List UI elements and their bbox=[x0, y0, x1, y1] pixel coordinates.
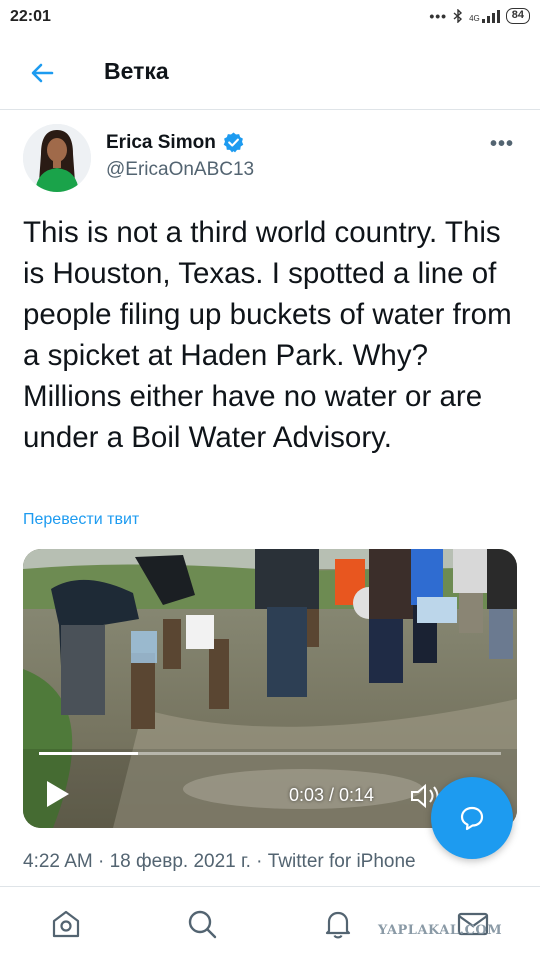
tweet-time: 4:22 AM bbox=[23, 851, 93, 872]
signal-icon bbox=[481, 9, 500, 23]
avatar-image bbox=[23, 124, 91, 192]
bottom-nav: YAPLAKAL.COM bbox=[0, 886, 540, 960]
tweet-meta: 4:22 AM · 18 февр. 2021 г. · Twitter for… bbox=[23, 851, 416, 873]
tweet-author: Erica Simon @EricaOnABC13 ••• bbox=[0, 111, 540, 201]
meta-separator: · bbox=[256, 851, 268, 872]
watermark: YAPLAKAL.COM bbox=[378, 923, 503, 938]
author-handle[interactable]: @EricaOnABC13 bbox=[106, 159, 254, 181]
status-time: 22:01 bbox=[10, 8, 51, 25]
verified-badge-icon bbox=[223, 132, 244, 153]
search-icon bbox=[188, 910, 217, 939]
nav-home[interactable] bbox=[49, 907, 83, 941]
video-player[interactable]: 0:03 / 0:14 bbox=[23, 549, 517, 828]
home-icon bbox=[52, 910, 80, 938]
notification-dots: ••• bbox=[429, 8, 448, 24]
tweet-source[interactable]: Twitter for iPhone bbox=[268, 851, 416, 872]
compose-reply-icon bbox=[460, 806, 484, 831]
video-progress-bar[interactable] bbox=[39, 752, 501, 755]
translate-tweet-link[interactable]: Перевести твит bbox=[23, 511, 139, 529]
author-display-name[interactable]: Erica Simon bbox=[106, 131, 245, 154]
battery-indicator: 84 bbox=[505, 8, 530, 24]
tweet-date: 18 февр. 2021 г. bbox=[109, 851, 251, 872]
meta-separator: · bbox=[98, 851, 110, 872]
status-icons: ••• 4G 84 bbox=[429, 8, 530, 24]
nav-search[interactable] bbox=[185, 907, 219, 941]
arrow-left-icon bbox=[31, 63, 54, 83]
network-label: 4G bbox=[469, 14, 480, 23]
video-time: 0:03 / 0:14 bbox=[289, 785, 375, 805]
bluetooth-icon bbox=[453, 9, 463, 23]
author-name-text: Erica Simon bbox=[106, 131, 216, 153]
tweet-text: This is not a third world country. This … bbox=[23, 216, 512, 454]
network-indicator: 4G bbox=[469, 9, 500, 23]
nav-notifications[interactable] bbox=[321, 907, 355, 941]
back-button[interactable] bbox=[28, 58, 58, 88]
thread-header: Ветка bbox=[0, 36, 540, 110]
compose-reply-button[interactable] bbox=[431, 777, 513, 859]
status-bar: 22:01 ••• 4G 84 bbox=[0, 0, 540, 36]
video-thumbnail bbox=[23, 549, 517, 828]
bell-icon bbox=[325, 911, 351, 939]
avatar[interactable] bbox=[23, 124, 91, 192]
video-progress-fill bbox=[39, 752, 138, 755]
page-title: Ветка bbox=[104, 58, 169, 84]
more-dots-icon: ••• bbox=[489, 133, 514, 155]
play-button[interactable] bbox=[45, 779, 71, 809]
more-options-button[interactable]: ••• bbox=[490, 133, 514, 156]
play-icon bbox=[47, 781, 69, 807]
